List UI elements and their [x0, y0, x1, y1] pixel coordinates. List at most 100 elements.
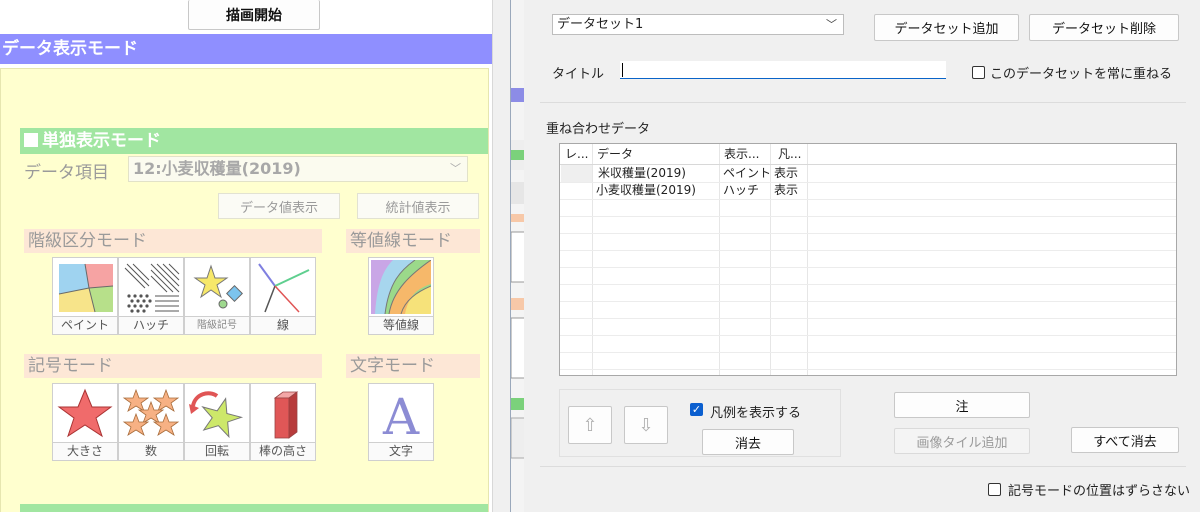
symbol-mode-header: 記号モード — [24, 354, 322, 378]
star-icon — [55, 386, 115, 440]
fix-symbol-position-label[interactable]: 記号モードの位置はずらさない — [1008, 480, 1190, 499]
move-down-button[interactable]: ⇩ — [624, 406, 668, 444]
fix-symbol-position-checkbox[interactable] — [988, 483, 1001, 496]
row-divider — [560, 284, 1176, 285]
paint-icon — [55, 260, 115, 314]
hatch-icon — [121, 260, 181, 314]
panel-divider[interactable] — [492, 0, 510, 512]
row-divider — [560, 352, 1176, 353]
overlap-data-table[interactable]: レ... データ 表示... 凡... 米収穫量(2019) ペイント 表示 小… — [559, 143, 1177, 376]
section-divider — [540, 466, 1186, 467]
table-row-1-legend[interactable]: 表示 — [770, 182, 807, 199]
move-up-button[interactable]: ⇧ — [568, 406, 612, 444]
rotate-star-icon — [187, 386, 247, 440]
class-division-mode-header: 階級区分モード — [24, 229, 322, 253]
overlay-always-checkbox[interactable] — [972, 66, 985, 79]
add-image-tile-button[interactable]: 画像タイル追加 — [894, 428, 1030, 454]
class-symbol-mode-tile[interactable]: 階級記号 — [184, 257, 250, 335]
single-mode-title: 単独表示モード — [42, 131, 161, 151]
data-item-select[interactable]: 12:小麦収穫量(2019) ﹀ — [128, 156, 468, 182]
isoline-mode-tile[interactable]: 等値線 — [368, 257, 434, 335]
chevron-down-icon: ﹀ — [826, 18, 837, 31]
letter-a-icon: A — [371, 386, 431, 440]
hatch-tile-label: ハッチ — [119, 316, 183, 334]
row-divider — [560, 267, 1176, 268]
show-legend-label[interactable]: 凡例を表示する — [710, 402, 801, 421]
paint-mode-tile[interactable]: ペイント — [52, 257, 118, 335]
table-row-1-display[interactable]: ハッチ — [719, 182, 770, 199]
column-header-data[interactable]: データ — [592, 144, 719, 164]
class-symbol-icon — [187, 260, 247, 314]
data-display-mode-header: データ表示モード — [0, 34, 492, 64]
row-divider — [560, 335, 1176, 336]
multi-display-mode-header — [20, 504, 488, 512]
table-row-0-legend[interactable]: 表示 — [770, 165, 807, 182]
row-divider — [560, 216, 1176, 217]
count-tile-label: 数 — [119, 442, 183, 460]
row-selection-marker — [561, 165, 592, 182]
paint-tile-label: ペイント — [53, 316, 117, 334]
row-divider — [560, 250, 1176, 251]
title-input[interactable] — [620, 61, 946, 79]
isoline-mode-header: 等値線モード — [346, 229, 480, 253]
class-symbol-tile-label: 階級記号 — [185, 316, 249, 334]
column-divider — [807, 144, 808, 375]
data-item-label: データ項目 — [24, 163, 109, 183]
text-tile-label: 文字 — [369, 442, 433, 460]
row-divider — [560, 199, 1176, 200]
dataset-select[interactable]: データセット1 ﹀ — [552, 14, 844, 35]
arrow-down-icon: ⇩ — [638, 414, 654, 436]
table-row-0-data[interactable]: 米収穫量(2019) — [592, 165, 719, 182]
note-button[interactable]: 注 — [894, 392, 1030, 418]
isoline-icon — [371, 260, 431, 314]
clear-button[interactable]: 消去 — [702, 429, 794, 455]
single-display-mode-header: 単独表示モード — [20, 128, 488, 154]
clear-all-button[interactable]: すべて消去 — [1071, 427, 1179, 453]
section-divider — [540, 102, 1186, 103]
dataset-select-value: データセット1 — [557, 17, 644, 32]
data-display-panel: 描画開始 データ表示モード 単独表示モード データ項目 12:小麦収穫量(201… — [0, 0, 492, 512]
data-value-button[interactable]: データ値表示 — [218, 193, 340, 219]
text-mode-header: 文字モード — [346, 354, 480, 378]
overlay-always-label[interactable]: このデータセットを常に重ねる — [990, 63, 1172, 82]
map-fragment — [511, 0, 524, 512]
square-icon — [24, 133, 38, 147]
row-divider — [560, 301, 1176, 302]
title-label: タイトル — [552, 67, 605, 82]
start-drawing-button[interactable]: 描画開始 — [188, 0, 320, 30]
stars-icon — [121, 386, 181, 440]
column-header-legend[interactable]: 凡... — [770, 144, 807, 164]
table-row-1-data[interactable]: 小麦収穫量(2019) — [592, 182, 719, 199]
overlap-data-title: 重ね合わせデータ — [546, 122, 651, 137]
column-header-layer[interactable]: レ... — [560, 144, 592, 164]
count-mode-tile[interactable]: 数 — [118, 383, 184, 461]
bar-prism-icon — [253, 386, 313, 440]
stat-value-button[interactable]: 統計値表示 — [357, 193, 479, 219]
show-legend-checkbox[interactable]: ✓ — [690, 403, 703, 416]
bar-height-mode-tile[interactable]: 棒の高さ — [250, 383, 316, 461]
table-row-0-display[interactable]: ペイント — [719, 165, 771, 182]
hatch-mode-tile[interactable]: ハッチ — [118, 257, 184, 335]
isoline-tile-label: 等値線 — [369, 316, 433, 334]
chevron-down-icon: ﹀ — [450, 162, 461, 175]
line-icon — [253, 260, 313, 314]
line-mode-tile[interactable]: 線 — [250, 257, 316, 335]
map-preview-edge — [510, 0, 524, 512]
delete-dataset-button[interactable]: データセット削除 — [1029, 14, 1179, 41]
add-dataset-button[interactable]: データセット追加 — [874, 14, 1019, 41]
row-divider — [560, 318, 1176, 319]
row-divider — [560, 369, 1176, 370]
text-mode-tile[interactable]: A 文字 — [368, 383, 434, 461]
rotation-mode-tile[interactable]: 回転 — [184, 383, 250, 461]
size-tile-label: 大きさ — [53, 442, 117, 460]
text-caret — [622, 63, 623, 77]
row-divider — [560, 233, 1176, 234]
check-icon: ✓ — [691, 403, 702, 416]
column-header-display[interactable]: 表示... — [719, 144, 770, 164]
line-tile-label: 線 — [251, 316, 315, 334]
arrow-up-icon: ⇧ — [582, 414, 598, 436]
rotation-tile-label: 回転 — [185, 442, 249, 460]
svg-text:A: A — [382, 388, 420, 440]
size-mode-tile[interactable]: 大きさ — [52, 383, 118, 461]
data-item-value: 12:小麦収穫量(2019) — [133, 159, 301, 178]
